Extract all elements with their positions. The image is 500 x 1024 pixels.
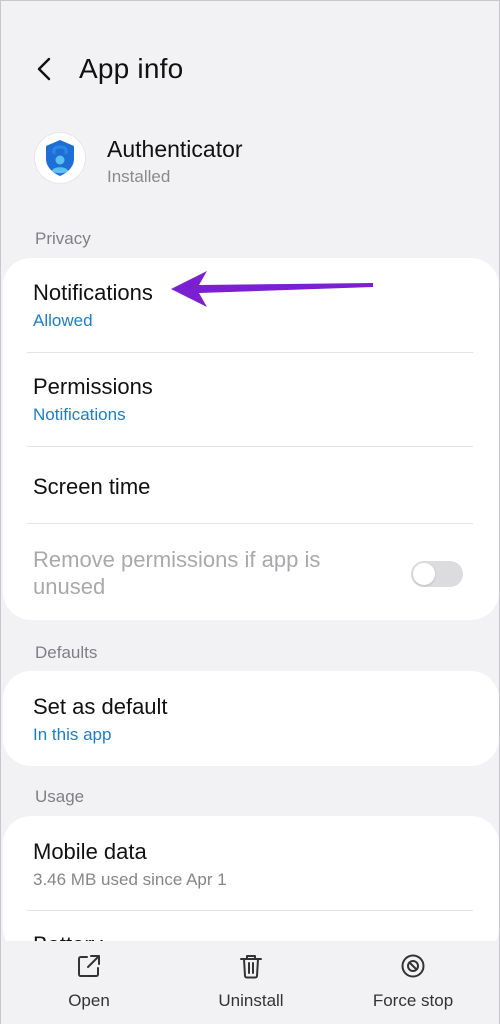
open-label: Open: [68, 991, 110, 1010]
uninstall-button[interactable]: Uninstall: [186, 951, 316, 1011]
divider: [27, 446, 473, 447]
force-stop-label: Force stop: [372, 991, 454, 1010]
header: App info: [1, 41, 499, 97]
chevron-left-icon: [37, 57, 51, 81]
divider: [27, 352, 473, 353]
uninstall-label: Uninstall: [218, 991, 284, 1010]
section-label-defaults: Defaults: [35, 643, 98, 662]
force-stop-icon: [401, 954, 425, 978]
remove-permissions-item: Remove permissions if app is unused: [33, 546, 467, 600]
screen-time-title: Screen time: [33, 474, 151, 499]
screen-time-item[interactable]: Screen time: [33, 473, 467, 501]
mobile-data-title: Mobile data: [33, 839, 147, 864]
remove-permissions-title: Remove permissions if app is unused: [33, 547, 321, 599]
divider: [27, 910, 473, 911]
notifications-subtitle: Allowed: [33, 311, 93, 330]
set-as-default-subtitle: In this app: [33, 725, 112, 744]
divider: [27, 523, 473, 524]
force-stop-button[interactable]: Force stop: [348, 951, 478, 1011]
permissions-item[interactable]: Permissions Notifications: [33, 373, 467, 427]
authenticator-lock-icon: [35, 133, 85, 183]
trash-icon: [240, 955, 262, 979]
set-as-default-title: Set as default: [33, 694, 168, 719]
open-button[interactable]: Open: [24, 951, 154, 1011]
app-status: Installed: [107, 167, 171, 186]
remove-permissions-toggle[interactable]: [411, 561, 463, 587]
bottom-action-bar: Open Uninstall Force stop: [1, 941, 499, 1024]
section-label-privacy: Privacy: [35, 229, 91, 248]
page-title: App info: [79, 53, 184, 84]
mobile-data-subtitle: 3.46 MB used since Apr 1: [33, 870, 227, 889]
permissions-title: Permissions: [33, 374, 153, 399]
permissions-subtitle: Notifications: [33, 405, 126, 424]
set-as-default-item[interactable]: Set as default In this app: [33, 693, 467, 747]
mobile-data-item[interactable]: Mobile data 3.46 MB used since Apr 1: [33, 838, 467, 892]
annotation-arrow-icon: [171, 271, 373, 307]
section-label-usage: Usage: [35, 787, 85, 806]
app-header: Authenticator Installed: [35, 131, 475, 191]
back-button[interactable]: [27, 49, 67, 89]
open-external-icon: [78, 955, 100, 977]
toggle-knob: [413, 563, 435, 585]
app-name: Authenticator: [107, 136, 243, 162]
